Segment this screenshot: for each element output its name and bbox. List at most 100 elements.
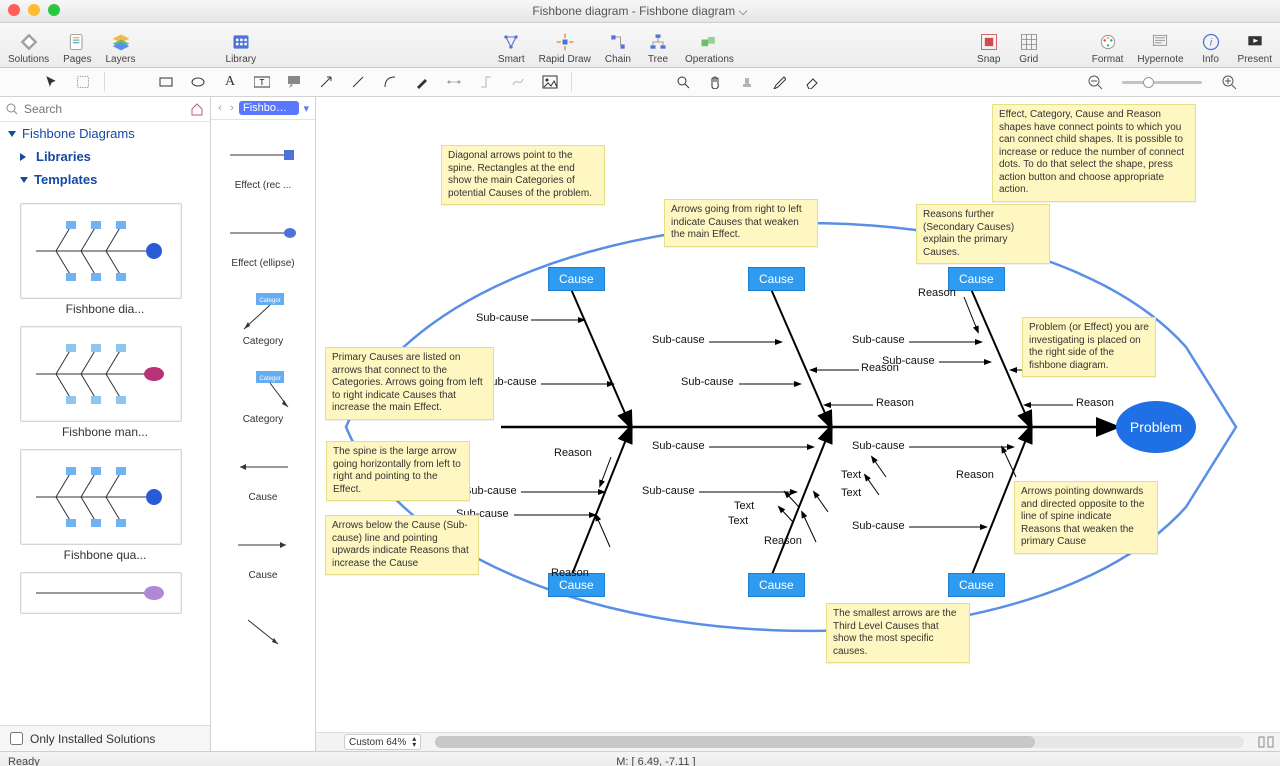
problem-node[interactable]: Problem — [1116, 401, 1196, 453]
cause-box[interactable]: Cause — [748, 267, 805, 291]
label-reason: Reason — [551, 567, 589, 579]
template-card[interactable]: Fishbone man... — [20, 326, 190, 439]
templates-list: Fishbone dia... Fishbone man... Fishbone… — [0, 191, 210, 725]
label-text: Text — [841, 469, 861, 481]
template-card[interactable]: Fishbone qua... — [20, 449, 190, 562]
ellipse-tool[interactable] — [187, 71, 209, 93]
text-tool[interactable]: A — [219, 71, 241, 93]
search-row — [0, 97, 210, 122]
spline-tool[interactable] — [507, 71, 529, 93]
label-reason: Reason — [918, 287, 956, 299]
cause-box[interactable]: Cause — [548, 267, 605, 291]
shape-library-panel: ‹ › Fishbo… ▾ Effect (rec ... Effect (el… — [211, 97, 316, 751]
horizontal-scrollbar[interactable] — [435, 736, 1244, 748]
format-button[interactable]: Format — [1092, 31, 1124, 65]
sub-toolbar: A T — [0, 68, 1280, 97]
cause-box[interactable]: Cause — [948, 267, 1005, 291]
tree-templates[interactable]: Templates — [0, 168, 210, 191]
label-text: Text — [841, 487, 861, 499]
hypernote-button[interactable]: Hypernote — [1137, 31, 1183, 65]
search-input[interactable] — [22, 101, 186, 117]
svg-text:T: T — [260, 78, 265, 87]
rect-tool[interactable] — [155, 71, 177, 93]
canvas-area[interactable]: Cause Cause Cause Cause Cause Cause Prob… — [316, 97, 1280, 751]
label-subcause: Sub-cause — [642, 485, 695, 497]
template-card[interactable] — [20, 572, 190, 614]
lib-prev-button[interactable]: ‹ — [215, 103, 225, 113]
canvas[interactable]: Cause Cause Cause Cause Cause Cause Prob… — [316, 97, 1280, 751]
label-reason: Reason — [1076, 397, 1114, 409]
line-tool[interactable] — [347, 71, 369, 93]
pen-tool[interactable] — [411, 71, 433, 93]
pointer-tool[interactable] — [40, 71, 62, 93]
label-text: Text — [728, 515, 748, 527]
textbox-tool[interactable]: T — [251, 71, 273, 93]
arrow-tool[interactable] — [315, 71, 337, 93]
zoom-in-button[interactable] — [1218, 71, 1240, 93]
close-button[interactable] — [8, 4, 20, 16]
hand-tool[interactable] — [704, 71, 726, 93]
solutions-button[interactable]: Solutions — [8, 31, 49, 65]
cause-box[interactable]: Cause — [948, 573, 1005, 597]
shape-item[interactable]: CategorCategory — [213, 280, 313, 358]
maximize-button[interactable] — [48, 4, 60, 16]
marquee-tool[interactable] — [72, 71, 94, 93]
library-button[interactable]: Library — [226, 31, 257, 65]
shape-item[interactable]: Effect (ellipse) — [213, 202, 313, 280]
pages-button[interactable]: Pages — [63, 31, 91, 65]
tree-libraries[interactable]: Libraries — [0, 145, 210, 168]
lib-next-button[interactable]: › — [227, 103, 237, 113]
toolbar-label: Grid — [1019, 54, 1038, 65]
rapid-draw-button[interactable]: Rapid Draw — [539, 31, 591, 65]
snap-button[interactable]: Snap — [976, 31, 1002, 65]
layers-button[interactable]: Layers — [106, 31, 136, 65]
toolbar-label: Layers — [106, 54, 136, 65]
chain-button[interactable]: Chain — [605, 31, 631, 65]
operations-button[interactable]: Operations — [685, 31, 734, 65]
shape-item[interactable]: Cause — [213, 514, 313, 592]
smart-connector-tool[interactable] — [475, 71, 497, 93]
eraser-tool[interactable] — [800, 71, 822, 93]
template-card[interactable]: Fishbone dia... — [20, 203, 190, 316]
label-subcause: Sub-cause — [852, 520, 905, 532]
home-icon[interactable] — [190, 102, 204, 116]
only-installed-checkbox[interactable]: Only Installed Solutions — [0, 725, 210, 751]
template-label: Fishbone qua... — [20, 548, 190, 562]
eyedropper-tool[interactable] — [768, 71, 790, 93]
zoom-tool[interactable] — [672, 71, 694, 93]
cause-box[interactable]: Cause — [748, 573, 805, 597]
only-installed-input[interactable] — [10, 732, 23, 745]
tree-button[interactable]: Tree — [645, 31, 671, 65]
smart-button[interactable]: Smart — [498, 31, 525, 65]
shape-lib-title[interactable]: Fishbo… — [239, 101, 299, 115]
image-tool[interactable] — [539, 71, 561, 93]
curve-tool[interactable] — [379, 71, 401, 93]
svg-text:i: i — [1209, 37, 1212, 48]
shape-item[interactable]: Cause — [213, 436, 313, 514]
shape-item[interactable]: CategorCategory — [213, 358, 313, 436]
stamp-tool[interactable] — [736, 71, 758, 93]
present-button[interactable]: Present — [1238, 31, 1272, 65]
callout-tool[interactable] — [283, 71, 305, 93]
window-title[interactable]: Fishbone diagram - Fishbone diagram ⌵ — [532, 4, 747, 19]
zoom-select[interactable]: Custom 64%▴▾ — [344, 734, 421, 750]
label-reason: Reason — [554, 447, 592, 459]
info-button[interactable]: i Info — [1198, 31, 1224, 65]
shape-item[interactable]: Effect (rec ... — [213, 124, 313, 202]
note: Arrows going from right to left indicate… — [664, 199, 818, 247]
toolbar-label: Info — [1202, 54, 1219, 65]
lib-menu-button[interactable]: ▾ — [301, 102, 311, 115]
toolbar-label: Present — [1238, 54, 1272, 65]
only-installed-label: Only Installed Solutions — [30, 732, 155, 746]
connector-tool[interactable] — [443, 71, 465, 93]
fishbone-thumb-icon — [26, 334, 176, 414]
minimize-button[interactable] — [28, 4, 40, 16]
grid-button[interactable]: Grid — [1016, 31, 1042, 65]
toolbar-label: Library — [226, 54, 257, 65]
zoom-slider[interactable] — [1122, 81, 1202, 84]
toolbar-label: Solutions — [8, 54, 49, 65]
page-nav-icon[interactable] — [1258, 735, 1274, 749]
zoom-out-button[interactable] — [1084, 71, 1106, 93]
group-fishbone[interactable]: Fishbone Diagrams — [0, 122, 210, 145]
shape-item[interactable] — [213, 592, 313, 670]
